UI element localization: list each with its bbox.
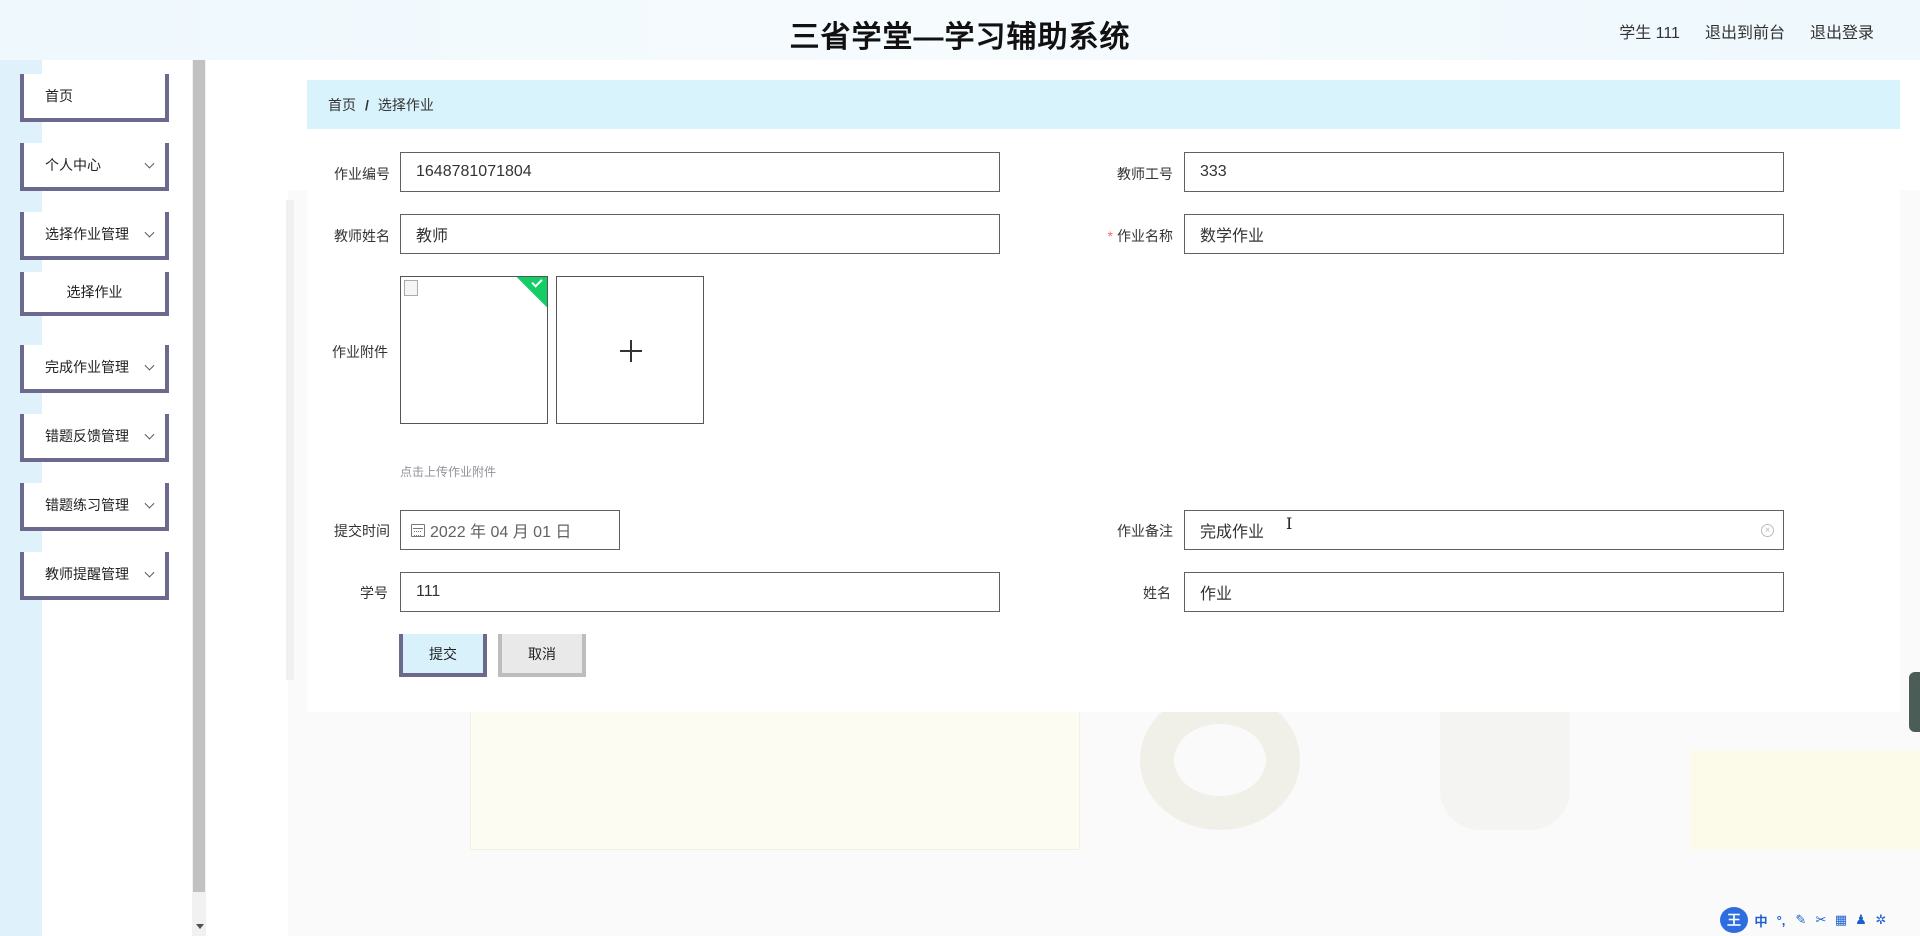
- sidebar: 首页 个人中心 选择作业管理 选择作业 完成作业管理 错题反馈管理 错题练习管理…: [0, 60, 192, 936]
- background-decoration: [286, 200, 294, 680]
- side-drawer-handle[interactable]: [1909, 672, 1920, 732]
- submit-time-value: 2022 年 04 月 01 日: [430, 524, 572, 541]
- attachment-label: 作业附件: [332, 344, 388, 360]
- upload-success-badge: [515, 277, 547, 309]
- assignment-name-label: * 作业名称: [1083, 226, 1173, 246]
- sidebar-item-teacher-reminder-mgmt[interactable]: 教师提醒管理: [20, 552, 169, 600]
- header-actions: 学生 111 退出到前台 退出登录: [1619, 19, 1874, 43]
- ime-settings-icon[interactable]: ✲: [1874, 912, 1888, 928]
- upload-tip: 点击上传作业附件: [400, 465, 497, 479]
- remark-input[interactable]: 完成作业 ×: [1184, 510, 1784, 550]
- background-decoration: [470, 690, 1080, 850]
- assignment-name-value: 数学作业: [1200, 228, 1265, 245]
- ime-punctuation-icon[interactable]: °,: [1774, 913, 1788, 928]
- ime-scissors-icon[interactable]: ✂: [1814, 912, 1828, 928]
- background-decoration: [1690, 750, 1920, 850]
- assignment-name-label-text: 作业名称: [1117, 228, 1173, 244]
- plus-icon-vertical: [630, 340, 632, 362]
- sidebar-scrollbar-thumb[interactable]: [193, 60, 205, 892]
- ime-keyboard-icon[interactable]: ▦: [1834, 912, 1848, 928]
- top-header: 三省学堂—学习辅助系统 学生 111 退出到前台 退出登录: [0, 0, 1920, 60]
- assignment-name-input[interactable]: 数学作业: [1184, 214, 1784, 254]
- breadcrumb-home[interactable]: 首页: [328, 95, 356, 115]
- submit-time-datepicker[interactable]: 2022 年 04 月 01 日: [400, 510, 620, 550]
- sidebar-item-wrong-feedback-mgmt[interactable]: 错题反馈管理: [20, 414, 169, 462]
- student-no-label: 学号: [360, 585, 388, 601]
- submit-time-label: 提交时间: [334, 523, 390, 539]
- student-no-value: 111: [416, 583, 441, 600]
- uploaded-attachment-thumbnail[interactable]: [400, 276, 548, 424]
- assignment-no-label: 作业编号: [334, 166, 390, 182]
- student-no-input[interactable]: 111: [400, 572, 1000, 612]
- chevron-down-icon: [144, 429, 155, 440]
- chevron-down-icon: [144, 227, 155, 238]
- ime-language-toggle[interactable]: 中: [1754, 911, 1768, 930]
- scroll-down-arrow-icon[interactable]: [196, 924, 204, 929]
- breadcrumb-current: 选择作业: [377, 96, 434, 113]
- teacher-id-value: 333: [1200, 163, 1227, 180]
- calendar-icon: [411, 523, 425, 537]
- teacher-name-value: 教师: [416, 228, 449, 245]
- clear-icon[interactable]: ×: [1761, 524, 1774, 537]
- text-cursor-icon: I: [1286, 514, 1293, 533]
- ime-handwrite-icon[interactable]: ✎: [1794, 912, 1808, 928]
- name-label: 姓名: [1143, 585, 1171, 601]
- teacher-name-input[interactable]: 教师: [400, 214, 1000, 254]
- sidebar-item-label: 错题练习管理: [45, 497, 129, 513]
- sidebar-item-label: 教师提醒管理: [45, 566, 129, 582]
- remark-label: 作业备注: [1117, 523, 1173, 539]
- chevron-down-icon: [144, 158, 155, 169]
- sidebar-subitem-label: 选择作业: [66, 284, 123, 300]
- chevron-down-icon: [144, 567, 155, 578]
- sidebar-item-label: 首页: [45, 88, 73, 104]
- sidebar-item-assignment-done-mgmt[interactable]: 完成作业管理: [20, 345, 169, 393]
- chevron-down-icon: [144, 360, 155, 371]
- sidebar-item-home[interactable]: 首页: [20, 74, 169, 122]
- sidebar-item-wrong-practice-mgmt[interactable]: 错题练习管理: [20, 483, 169, 531]
- teacher-id-input[interactable]: 333: [1184, 152, 1784, 192]
- breadcrumb-separator: /: [365, 96, 369, 113]
- assignment-no-input[interactable]: 1648781071804: [400, 152, 1000, 192]
- sidebar-item-assignment-select-mgmt[interactable]: 选择作业管理: [20, 212, 169, 260]
- chevron-down-icon: [144, 498, 155, 509]
- sidebar-item-label: 完成作业管理: [45, 359, 129, 375]
- upload-attachment-button[interactable]: [556, 276, 704, 424]
- sidebar-item-label: 错题反馈管理: [45, 428, 129, 444]
- background-decoration: [1440, 700, 1570, 830]
- remark-value: 完成作业: [1200, 524, 1265, 541]
- to-front-link[interactable]: 退出到前台: [1705, 19, 1785, 43]
- sidebar-item-label: 个人中心: [45, 157, 101, 173]
- ime-logo-icon[interactable]: 王: [1720, 907, 1748, 933]
- logout-link[interactable]: 退出登录: [1810, 19, 1874, 43]
- teacher-name-label: 教师姓名: [334, 228, 390, 244]
- sidebar-item-label: 选择作业管理: [45, 226, 129, 242]
- breadcrumb: 首页 / 选择作业: [307, 80, 1900, 129]
- user-label: 学生 111: [1619, 25, 1680, 42]
- name-input[interactable]: 作业: [1184, 572, 1784, 612]
- broken-image-icon: [404, 280, 418, 296]
- sidebar-subitem-assignment-select[interactable]: 选择作业: [20, 272, 169, 316]
- submit-button[interactable]: 提交: [399, 634, 487, 677]
- sidebar-item-personal-center[interactable]: 个人中心: [20, 143, 169, 191]
- teacher-id-label: 教师工号: [1117, 166, 1173, 182]
- ime-toolbar: 王 中 °, ✎ ✂ ▦ ♟ ✲: [1720, 907, 1920, 933]
- assignment-no-value: 1648781071804: [416, 163, 532, 180]
- cancel-button[interactable]: 取消: [498, 634, 586, 677]
- name-value: 作业: [1200, 586, 1233, 603]
- ime-skin-icon[interactable]: ♟: [1854, 912, 1868, 928]
- required-mark: *: [1107, 228, 1113, 244]
